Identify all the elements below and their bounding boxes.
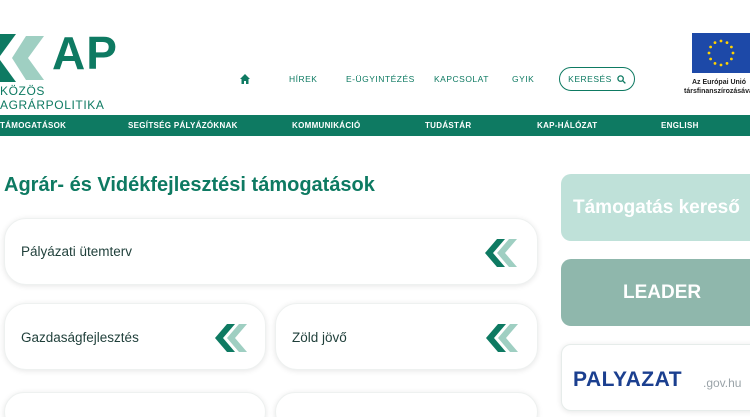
chevron-logo-icon [486, 324, 518, 352]
search-button[interactable]: KERESÉS [559, 67, 635, 91]
top-navigation [230, 67, 274, 91]
logo-letters: AP [52, 27, 118, 79]
menu-english[interactable]: ENGLISH [661, 115, 699, 136]
nav-hirek[interactable]: HÍREK [289, 74, 317, 84]
card-gazdasagfejlesztes[interactable]: Gazdaságfejlesztés [4, 303, 266, 370]
palyazat-logo-text: PALYAZAT [573, 368, 683, 391]
palyazat-domain-text: .gov.hu [703, 376, 742, 390]
menu-tudastar[interactable]: TUDÁSTÁR [425, 115, 471, 136]
home-icon[interactable] [230, 74, 260, 84]
main-menu-bar: TÁMOGATÁSOK SEGÍTSÉG PÁLYÁZÓKNAK KOMMUNI… [0, 115, 750, 136]
card-palyazati-utemterv[interactable]: Pályázati ütemterv [4, 218, 538, 285]
card-zold-jovo[interactable]: Zöld jövő [275, 303, 538, 370]
menu-kommunikacio[interactable]: KOMMUNIKÁCIÓ [292, 115, 360, 136]
kap-chevron-logo-icon [0, 34, 44, 82]
eu-text-line1: Az Európai Unió [691, 79, 747, 86]
chevron-logo-icon [485, 239, 517, 267]
nav-e-ugyintezes[interactable]: E-ÜGYINTÉZÉS [346, 74, 415, 84]
leader-label: LEADER [623, 282, 702, 303]
search-button-label: KERESÉS [568, 74, 612, 84]
nav-gyik[interactable]: GYIK [512, 74, 534, 84]
chevron-logo-icon [215, 324, 247, 352]
eu-text-line2: társfinanszírozásával [684, 88, 750, 95]
leader-banner[interactable]: LEADER [561, 259, 750, 326]
card-partial-left[interactable] [4, 392, 266, 417]
card-label: Pályázati ütemterv [21, 244, 133, 259]
eu-flag-icon [692, 33, 750, 73]
support-search-banner[interactable]: Támogatás kereső [561, 174, 750, 241]
menu-segitseg-palyazoknak[interactable]: SEGÍTSÉG PÁLYÁZÓKNAK [128, 115, 238, 136]
menu-tamogatasok[interactable]: TÁMOGATÁSOK [0, 115, 66, 136]
search-icon [617, 74, 626, 84]
menu-kap-halozat[interactable]: KAP-HÁLÓZAT [537, 115, 597, 136]
support-search-label: Támogatás kereső [573, 197, 740, 218]
nav-kapcsolat[interactable]: KAPCSOLAT [434, 74, 489, 84]
eu-cofinancing-text: Az Európai Unió társfinanszírozásával [684, 78, 750, 96]
card-label: Gazdaságfejlesztés [21, 330, 139, 345]
card-label: Zöld jövő [292, 330, 347, 345]
card-partial-right[interactable] [275, 392, 538, 417]
palyazat-gov-banner[interactable]: PALYAZAT .gov.hu [561, 344, 750, 411]
page-title: Agrár- és Vidékfejlesztési támogatások [4, 174, 375, 196]
kap-logo[interactable]: AP KÖZÖS AGRÁRPOLITIKA [0, 27, 140, 112]
logo-subtitle: KÖZÖS AGRÁRPOLITIKA [0, 84, 105, 112]
